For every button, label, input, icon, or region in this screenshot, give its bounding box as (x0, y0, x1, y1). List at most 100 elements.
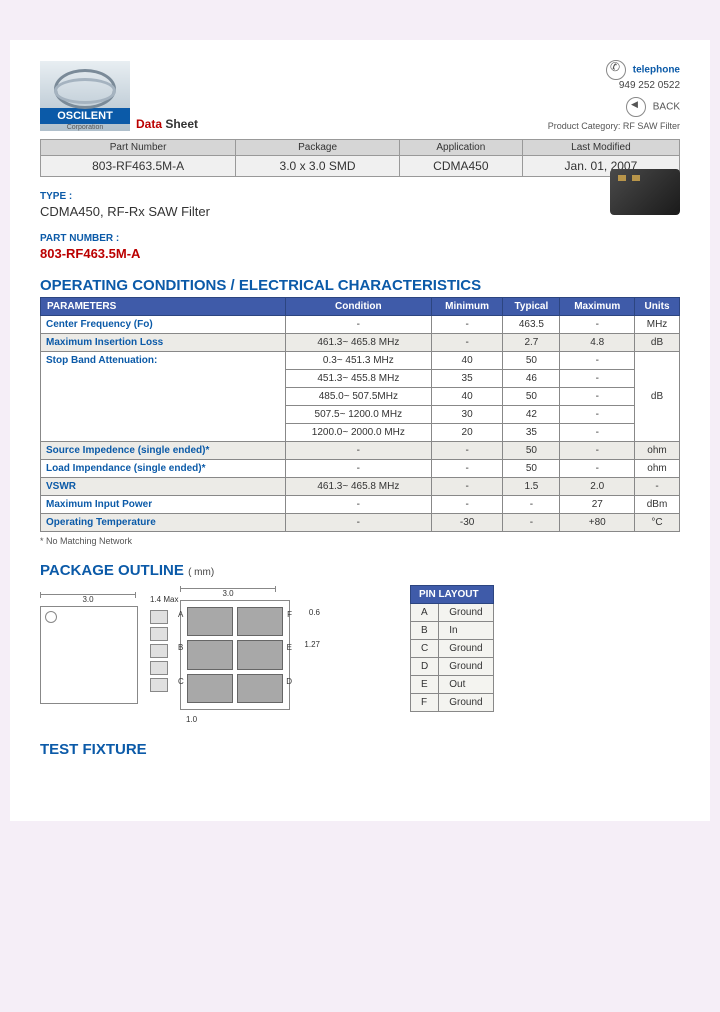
package-drawing: 3.0 1.4 Max 3.0 A F B E C D 0.6 1.27 (40, 585, 380, 725)
spec-cell: 42 (503, 406, 560, 424)
pin-cell: A (411, 604, 439, 622)
spec-cell: - (431, 334, 502, 352)
pin-cell: D (411, 658, 439, 676)
spec-cell: - (560, 316, 635, 334)
pin-cell: E (411, 676, 439, 694)
spec-param: Maximum Input Power (41, 496, 286, 514)
pin-cell: Ground (439, 658, 493, 676)
spec-cell: 461.3~ 465.8 MHz (285, 478, 431, 496)
pin-cell: C (411, 640, 439, 658)
spec-cell: 463.5 (503, 316, 560, 334)
pad-e-label: E (287, 643, 292, 652)
pkg-side-view: 1.4 Max (150, 607, 168, 703)
partnum-value: 803-RF463.5M-A (40, 246, 680, 261)
spec-cell: ohm (635, 460, 680, 478)
spec-header: Typical (503, 298, 560, 316)
pin-table: PIN LAYOUT AGround BIn CGround DGround E… (410, 585, 494, 712)
pin-layout-header: PIN LAYOUT (411, 586, 494, 604)
pin-cell: Ground (439, 694, 493, 712)
spec-cell: 0.3~ 451.3 MHz (285, 352, 431, 370)
spec-cell: -30 (431, 514, 502, 532)
spec-header: Minimum (431, 298, 502, 316)
spec-cell: 40 (431, 388, 502, 406)
spec-cell: - (560, 442, 635, 460)
spec-cell: °C (635, 514, 680, 532)
spec-cell: ohm (635, 442, 680, 460)
phone-icon (606, 60, 626, 80)
spec-cell: dB (635, 352, 680, 442)
spec-cell: dBm (635, 496, 680, 514)
spec-cell: - (285, 496, 431, 514)
dim-pad-h: 0.6 (309, 608, 320, 617)
spec-cell: 50 (503, 460, 560, 478)
spec-cell: 46 (503, 370, 560, 388)
spec-cell: - (285, 460, 431, 478)
spec-cell: - (560, 352, 635, 370)
spec-cell: 507.5~ 1200.0 MHz (285, 406, 431, 424)
spec-header: PARAMETERS (41, 298, 286, 316)
spec-header: Units (635, 298, 680, 316)
spec-title: OPERATING CONDITIONS / ELECTRICAL CHARAC… (40, 277, 680, 294)
spec-cell: 4.8 (560, 334, 635, 352)
spec-param: Source Impedence (single ended)* (41, 442, 286, 460)
pin-cell: Ground (439, 640, 493, 658)
category-value: RF SAW Filter (623, 121, 680, 131)
spec-cell: 40 (431, 352, 502, 370)
spec-cell: +80 (560, 514, 635, 532)
pin-cell: Out (439, 676, 493, 694)
datasheet-sheet: Sheet (162, 117, 198, 131)
pad-d-label: D (286, 677, 292, 686)
spec-param: VSWR (41, 478, 286, 496)
spec-cell: 35 (431, 370, 502, 388)
spec-param: Maximum Insertion Loss (41, 334, 286, 352)
spec-cell: - (560, 424, 635, 442)
telephone-number: 949 252 0522 (548, 80, 680, 91)
back-link[interactable]: BACK (548, 97, 680, 117)
type-label: TYPE : (40, 191, 680, 202)
spec-cell: 50 (503, 388, 560, 406)
pkg-top-view (40, 606, 138, 704)
spec-cell: - (285, 442, 431, 460)
spec-cell: - (431, 316, 502, 334)
pad-c-label: C (178, 677, 184, 686)
company-logo: OSCILENT Corporation (40, 61, 130, 131)
info-value: 803-RF463.5M-A (41, 156, 236, 177)
spec-cell: 2.7 (503, 334, 560, 352)
spec-cell: - (285, 316, 431, 334)
spec-cell: 50 (503, 352, 560, 370)
pin-cell: Ground (439, 604, 493, 622)
spec-cell: 485.0~ 507.5MHz (285, 388, 431, 406)
info-header: Package (236, 140, 400, 156)
datasheet-data: Data (136, 117, 162, 131)
info-header: Part Number (41, 140, 236, 156)
spec-cell: - (431, 442, 502, 460)
spec-cell: 2.0 (560, 478, 635, 496)
back-text: BACK (653, 102, 680, 113)
chip-photo (610, 169, 680, 215)
info-value: 3.0 x 3.0 SMD (236, 156, 400, 177)
pkg-bottom-view: A F B E C D (180, 600, 290, 710)
package-title-text: PACKAGE OUTLINE (40, 562, 184, 579)
pin-cell: In (439, 622, 493, 640)
dim-edge: 1.0 (186, 715, 197, 724)
info-table: Part Number Package Application Last Mod… (40, 139, 680, 177)
spec-cell: 30 (431, 406, 502, 424)
back-icon (626, 97, 646, 117)
spec-cell: 50 (503, 442, 560, 460)
datasheet-label: Data Sheet (136, 117, 198, 131)
spec-cell: dB (635, 334, 680, 352)
spec-cell: - (560, 460, 635, 478)
header: OSCILENT Corporation Data Sheet telephon… (40, 60, 680, 131)
partnum-label: PART NUMBER : (40, 233, 680, 244)
category-label: Product Category: (548, 121, 623, 131)
spec-cell: 27 (560, 496, 635, 514)
logo-sub: Corporation (67, 124, 104, 131)
spec-cell: - (560, 388, 635, 406)
spec-cell: 451.3~ 455.8 MHz (285, 370, 431, 388)
package-unit: ( mm) (188, 567, 214, 578)
spec-header: Condition (285, 298, 431, 316)
spec-cell: - (635, 478, 680, 496)
spec-cell: 1200.0~ 2000.0 MHz (285, 424, 431, 442)
spec-cell: - (431, 478, 502, 496)
info-header: Application (399, 140, 522, 156)
